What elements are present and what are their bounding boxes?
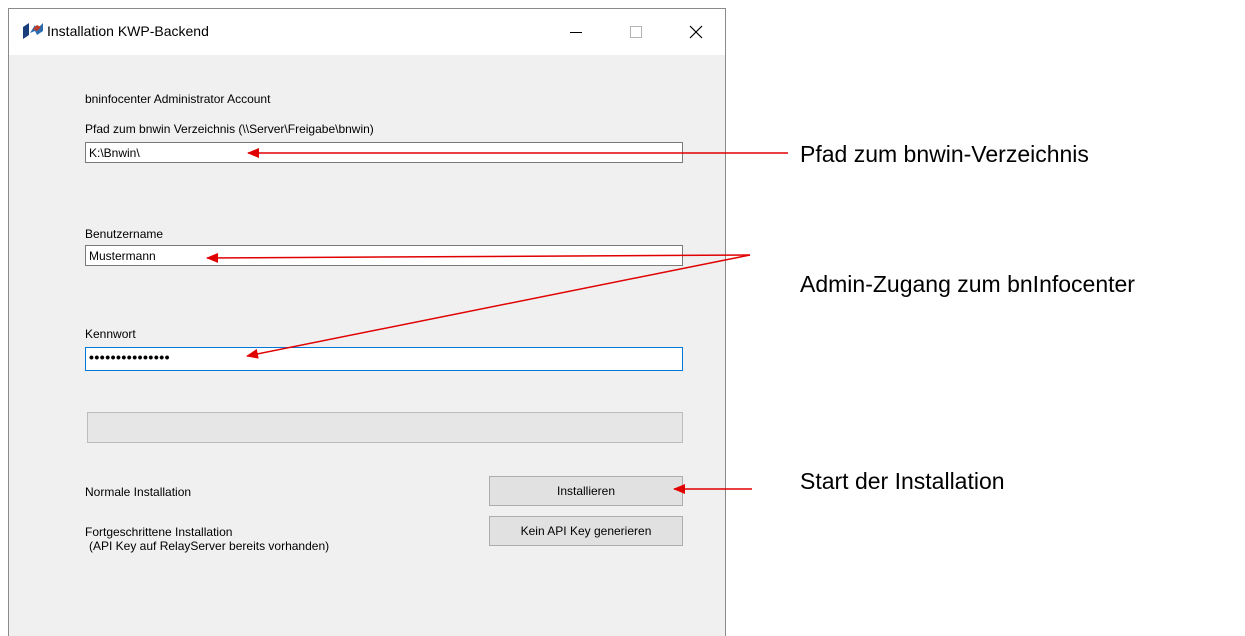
arrow-username: [206, 252, 751, 263]
annotation-arrows: [206, 148, 788, 494]
arrow-password: [246, 254, 751, 359]
annotation-start: Start der Installation: [800, 468, 1005, 494]
annotation-path: Pfad zum bnwin-Verzeichnis: [800, 141, 1089, 167]
annotation-admin: Admin-Zugang zum bnInfocenter: [800, 271, 1135, 297]
